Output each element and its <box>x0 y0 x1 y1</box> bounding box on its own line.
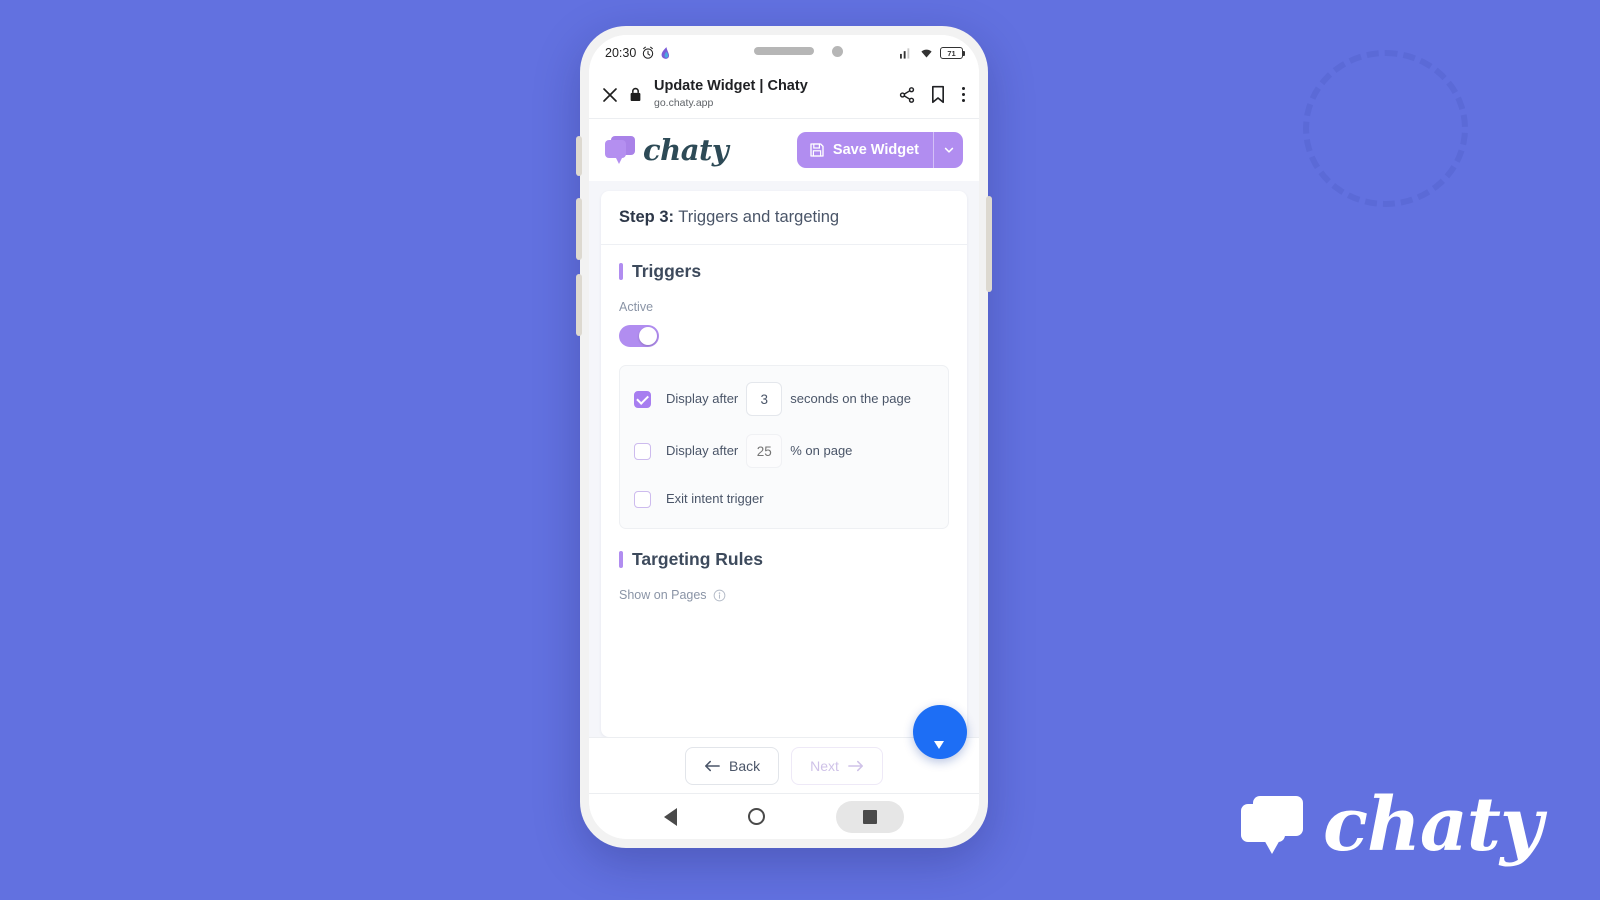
trigger-rule-percent: Display after % on page <box>634 434 934 468</box>
page-body: Step 3: Triggers and targeting Triggers … <box>589 181 979 737</box>
page-url: go.chaty.app <box>654 96 714 109</box>
save-widget-dropdown-button[interactable] <box>933 132 963 168</box>
trigger-rule-seconds: Display after seconds on the page <box>634 382 934 416</box>
app-header: chaty Save Widget <box>589 119 979 181</box>
wizard-step-number: Step 3: <box>619 208 675 226</box>
show-on-pages-row: Show on Pages <box>619 588 949 602</box>
chaty-logo[interactable]: chaty <box>605 133 729 167</box>
phone-volume-down-button <box>576 274 582 336</box>
active-label: Active <box>619 300 654 314</box>
app-notification-icon <box>661 46 670 59</box>
triggers-title-text: Triggers <box>632 261 702 281</box>
share-icon[interactable] <box>898 86 916 104</box>
wizard-step-title: Triggers and targeting <box>674 208 840 226</box>
browser-actions <box>898 85 967 104</box>
phone-screen: 20:30 71 Update Widget | Chaty go.chaty.… <box>589 35 979 839</box>
chaty-watermark-text: chaty <box>1323 782 1543 868</box>
show-on-pages-label: Show on Pages <box>619 588 707 602</box>
trigger-rules-box: Display after seconds on the page Displa… <box>619 365 949 529</box>
android-recents-button[interactable] <box>835 800 904 833</box>
battery-indicator: 71 <box>940 47 965 59</box>
phone-power-button <box>986 196 992 292</box>
page-title: Update Widget | Chaty <box>654 78 808 95</box>
targeting-title-text: Targeting Rules <box>632 549 763 569</box>
trigger-seconds-checkbox[interactable] <box>634 390 651 408</box>
active-toggle[interactable] <box>619 325 659 347</box>
trigger-exit-intent-checkbox[interactable] <box>634 490 651 508</box>
next-button-label: Next <box>810 757 839 774</box>
info-circle-icon[interactable] <box>713 589 726 602</box>
trigger-percent-label-before: Display after <box>666 443 739 458</box>
wifi-icon <box>921 49 932 58</box>
chaty-watermark: chaty <box>1241 782 1543 868</box>
phone-mockup: 20:30 71 Update Widget | Chaty go.chaty.… <box>576 26 992 848</box>
trigger-percent-checkbox[interactable] <box>634 442 651 460</box>
triggers-section-title: Triggers <box>619 261 949 282</box>
trigger-percent-input[interactable] <box>746 434 783 468</box>
decorative-dashed-circle <box>1303 50 1468 207</box>
chat-bubble-icon <box>927 723 953 749</box>
section-accent-bar <box>619 551 623 568</box>
wizard-footer: Back Next <box>589 705 979 793</box>
back-button[interactable]: Back <box>685 746 780 785</box>
phone-side-button-left-1 <box>576 136 582 176</box>
trigger-percent-label-after: % on page <box>790 443 853 458</box>
next-button[interactable]: Next <box>791 746 883 785</box>
save-widget-button[interactable]: Save Widget <box>796 132 933 168</box>
chevron-down-icon <box>944 147 953 153</box>
back-button-label: Back <box>729 757 761 774</box>
phone-speaker-grille <box>754 47 814 55</box>
android-back-button[interactable] <box>664 807 678 826</box>
status-bar-left: 20:30 <box>605 46 671 60</box>
chaty-watermark-icon <box>1241 796 1303 854</box>
wizard-card: Step 3: Triggers and targeting Triggers … <box>601 191 967 737</box>
arrow-right-icon <box>848 760 863 771</box>
recents-square-icon <box>862 809 877 824</box>
phone-front-camera <box>832 46 843 57</box>
trigger-seconds-input[interactable] <box>746 382 783 416</box>
status-bar-right: 71 <box>900 47 965 59</box>
android-status-bar: 20:30 71 <box>589 35 979 71</box>
chaty-logo-icon <box>605 136 635 164</box>
alarm-clock-icon <box>643 46 654 59</box>
android-home-button[interactable] <box>747 808 765 825</box>
trigger-rule-exit-intent: Exit intent trigger <box>634 486 934 512</box>
lock-icon <box>630 87 641 101</box>
browser-toolbar: Update Widget | Chaty go.chaty.app <box>589 71 979 119</box>
bookmark-icon[interactable] <box>930 85 946 104</box>
save-floppy-icon <box>810 143 824 157</box>
phone-volume-up-button <box>576 198 582 260</box>
chat-widget-button[interactable] <box>913 705 967 759</box>
android-navigation-bar <box>589 793 979 839</box>
cellular-signal-icon <box>900 48 910 59</box>
chaty-logo-text: chaty <box>643 133 729 167</box>
close-icon[interactable] <box>601 86 619 104</box>
targeting-section-title: Targeting Rules <box>619 549 949 570</box>
toggle-knob <box>639 327 657 345</box>
trigger-seconds-label-after: seconds on the page <box>790 391 911 406</box>
section-accent-bar <box>619 263 623 280</box>
browser-address-area[interactable]: Update Widget | Chaty go.chaty.app <box>654 78 888 110</box>
save-widget-group: Save Widget <box>796 132 963 168</box>
trigger-exit-intent-label: Exit intent trigger <box>666 491 764 506</box>
wizard-step-header: Step 3: Triggers and targeting <box>601 191 967 245</box>
status-bar-time: 20:30 <box>605 46 637 60</box>
wizard-card-content: Triggers Active Display after seconds on… <box>601 245 967 613</box>
save-widget-label: Save Widget <box>832 142 919 158</box>
overflow-menu-icon[interactable] <box>960 87 967 102</box>
trigger-seconds-label-before: Display after <box>666 391 739 406</box>
arrow-left-icon <box>705 760 720 771</box>
